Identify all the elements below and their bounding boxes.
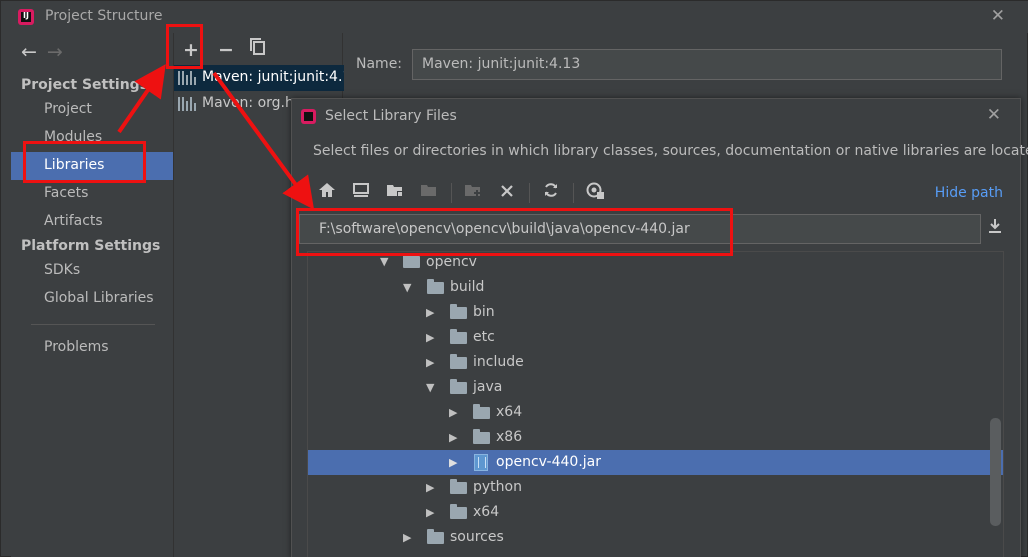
project-structure-window: IJ Project Structure ✕ ← → Project Settin… <box>0 0 1028 557</box>
annotation-arrows <box>117 64 315 210</box>
arrow-to-add-button <box>117 64 166 134</box>
arrow-to-path-field <box>212 71 315 210</box>
